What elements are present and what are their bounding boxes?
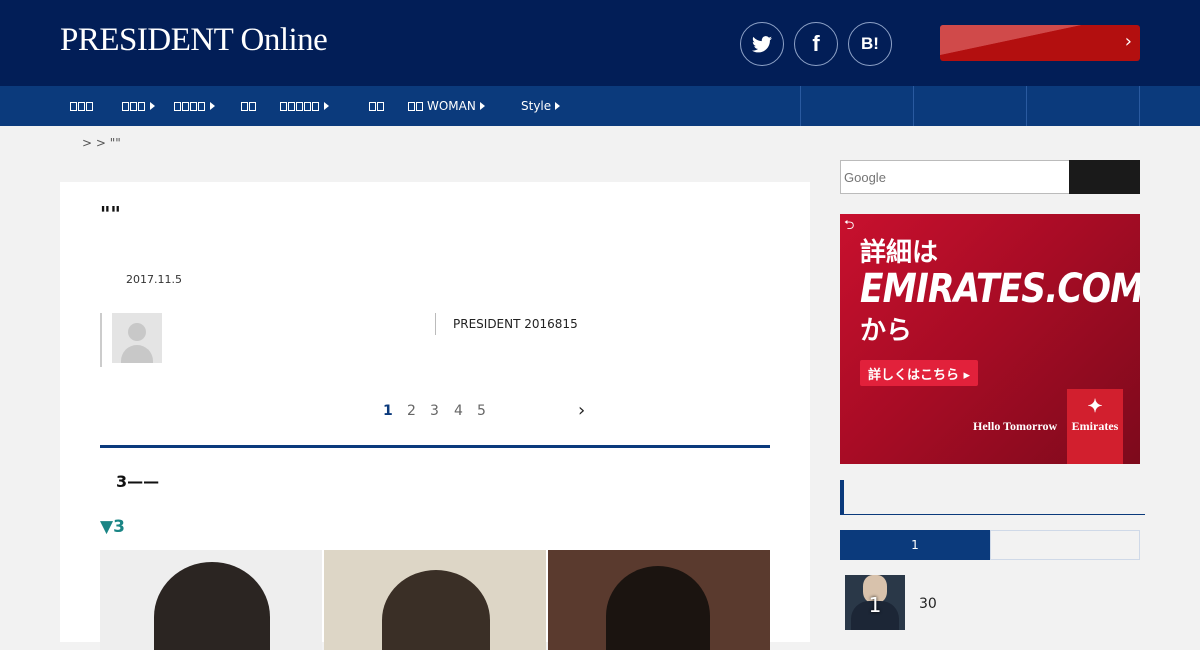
hatena-bookmark-button[interactable]: B! (848, 22, 892, 66)
breadcrumb[interactable]: > > "" (82, 136, 121, 150)
glyph-placeholder (182, 101, 189, 111)
ad-brand-name: Emirates (1071, 419, 1119, 433)
section-title: ▼3 (100, 517, 125, 537)
facebook-icon: f (812, 31, 820, 56)
emirates-logo: ✦ Emirates (1067, 389, 1123, 464)
glyph-placeholder (377, 101, 384, 111)
pagination-page-5[interactable]: 5 (477, 403, 486, 419)
glyph-placeholder (198, 101, 205, 111)
glyph-placeholder (369, 101, 376, 111)
nav-item-label: Style (521, 99, 552, 113)
nav-divider (913, 86, 914, 126)
nav-item-4[interactable] (241, 86, 257, 126)
emirates-ad-banner[interactable]: ⮌ 詳細は EMIRATES.COM から 詳しくはこちら ▸ Hello To… (840, 214, 1140, 464)
ranking-tab-inactive[interactable] (990, 530, 1140, 560)
nav-item-woman[interactable]: WOMAN (408, 86, 485, 126)
caret-right-icon (324, 102, 329, 110)
section-rule (100, 445, 770, 448)
hatena-bookmark-icon: B! (861, 34, 879, 53)
pagination-page-3[interactable]: 3 (430, 403, 439, 419)
pagination-page-2[interactable]: 2 (407, 403, 416, 419)
glyph-placeholder (296, 101, 303, 111)
nav-item-2[interactable] (122, 86, 155, 126)
ad-tagline: Hello Tomorrow (973, 419, 1058, 433)
article-subhead: 3—— (116, 472, 160, 491)
photo-subject (382, 570, 490, 650)
article-source: PRESIDENT 2016815 (453, 317, 578, 331)
site-logo[interactable]: PRESIDENT Online (60, 22, 328, 59)
nav-item-5[interactable] (280, 86, 329, 126)
main-nav: WOMAN Style (0, 86, 1200, 126)
glyph-placeholder (86, 101, 93, 111)
nav-divider (800, 86, 801, 126)
ranking-tab-active[interactable]: 1 (840, 530, 990, 560)
ranking-item-title[interactable]: 30 (919, 596, 937, 612)
glyph-placeholder (312, 101, 319, 111)
glyph-placeholder (249, 101, 256, 111)
pagination-next-icon[interactable]: › (578, 400, 585, 421)
nav-divider (1026, 86, 1027, 126)
glyph-placeholder (78, 101, 85, 111)
glyph-placeholder (280, 101, 287, 111)
ranking-number: 1 (868, 593, 882, 617)
site-search (840, 160, 1070, 194)
glyph-placeholder (416, 101, 423, 111)
glyph-placeholder (174, 101, 181, 111)
nav-divider (1139, 86, 1140, 126)
photo-subject (154, 562, 270, 650)
source-divider (435, 313, 436, 335)
ad-headline-2: EMIRATES.COM (860, 266, 1140, 312)
pagination-page-4[interactable]: 4 (454, 403, 463, 419)
ad-choices-icon[interactable]: ⮌ (844, 216, 854, 238)
ad-headline-3: から (860, 316, 913, 346)
caret-right-icon (150, 102, 155, 110)
article-date: 2017.11.5 (126, 273, 182, 286)
glyph-placeholder (408, 101, 415, 111)
author-avatar[interactable] (112, 313, 162, 363)
search-input[interactable] (841, 161, 1069, 193)
twitter-icon (752, 35, 772, 52)
article-card: "" 2017.11.5 PRESIDENT 2016815 1 2 3 4 5… (60, 182, 810, 650)
person-photo (100, 550, 322, 650)
glyph-placeholder (304, 101, 311, 111)
ranking-thumbnail[interactable]: 1 (845, 575, 905, 630)
caret-right-icon (210, 102, 215, 110)
glyph-placeholder (70, 101, 77, 111)
glyph-placeholder (122, 101, 129, 111)
site-header: PRESIDENT Online f B! › (0, 0, 1200, 86)
caret-right-icon (479, 102, 485, 110)
avatar-head (128, 323, 146, 341)
ad-headline-1: 詳細は (860, 238, 939, 268)
glyph-placeholder (288, 101, 295, 111)
avatar-body (121, 345, 153, 363)
glyph-placeholder (241, 101, 248, 111)
ad-cta-button[interactable]: 詳しくはこちら ▸ (860, 360, 979, 386)
nav-item-6[interactable] (369, 86, 385, 126)
search-button[interactable] (1069, 160, 1140, 194)
caret-right-icon (555, 102, 561, 110)
nav-item-1[interactable] (70, 86, 94, 126)
person-photo (324, 550, 546, 650)
pagination-page-1[interactable]: 1 (383, 403, 393, 419)
twitter-share-button[interactable] (740, 22, 784, 66)
emirates-emblem-icon: ✦ (1087, 396, 1103, 416)
facebook-share-button[interactable]: f (794, 22, 838, 66)
nav-item-style[interactable]: Style (521, 86, 561, 126)
ranking-header (840, 480, 1145, 515)
photo-subject (606, 566, 710, 650)
chevron-right-icon: › (1124, 31, 1132, 52)
article-title: "" (100, 202, 121, 226)
person-photo (548, 550, 770, 650)
header-cta-button[interactable]: › (940, 25, 1140, 61)
author-divider (100, 313, 102, 367)
glyph-placeholder (190, 101, 197, 111)
cta-highlight (940, 25, 1140, 61)
nav-item-3[interactable] (174, 86, 215, 126)
glyph-placeholder (130, 101, 137, 111)
nav-item-label: WOMAN (427, 99, 476, 113)
glyph-placeholder (138, 101, 145, 111)
